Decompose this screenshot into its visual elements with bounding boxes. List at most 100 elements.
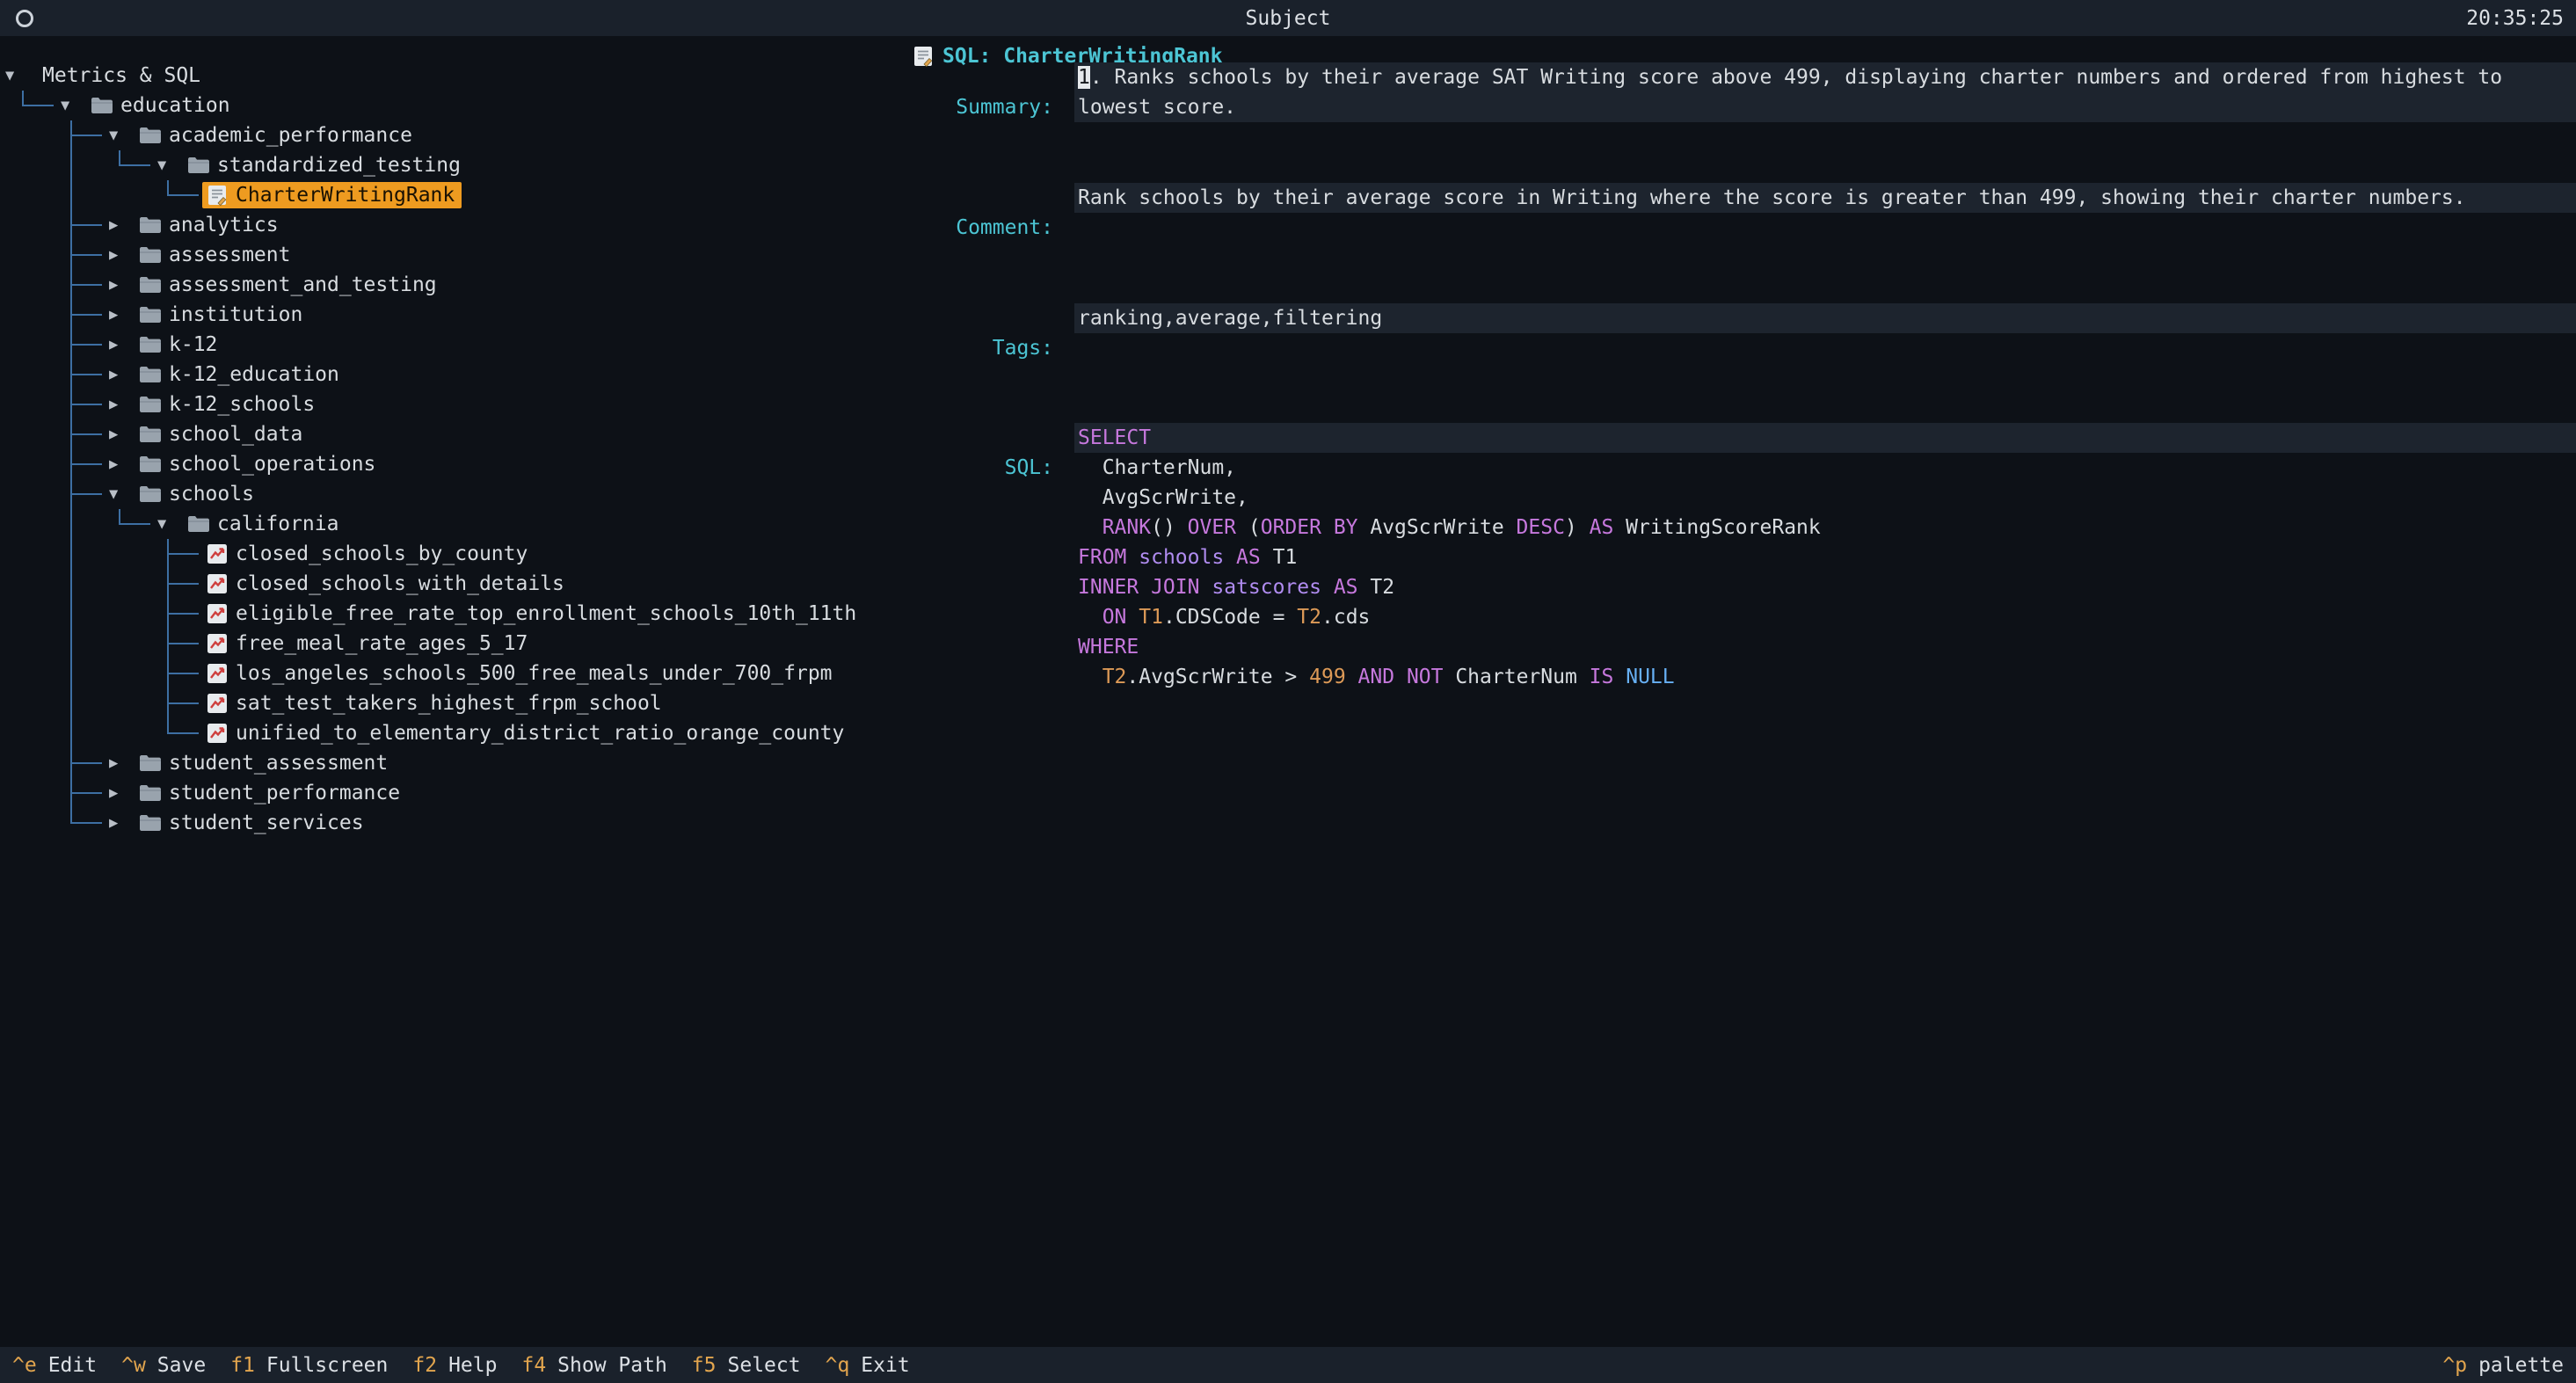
shortcut-fullscreen[interactable]: f1Fullscreen	[230, 1354, 388, 1377]
shortcut-edit[interactable]: ^eEdit	[12, 1354, 97, 1377]
tree-item-school-operations[interactable]: ▶school_operations	[0, 449, 906, 479]
tree-item-closed-schools-by-county[interactable]: closed_schools_by_county	[0, 539, 906, 569]
tree-guide-line	[0, 210, 48, 240]
expand-arrow-icon[interactable]: ▶	[109, 300, 128, 330]
tree-guide-line	[97, 718, 145, 748]
comment-label: Comment:	[906, 213, 1053, 243]
tree-item-education[interactable]: ▼education	[0, 91, 906, 120]
shortcut-palette[interactable]: ^p palette	[2442, 1354, 2564, 1377]
app-circle-icon[interactable]	[16, 10, 33, 27]
tree-item-closed-schools-with-details[interactable]: closed_schools_with_details	[0, 569, 906, 599]
collapse-arrow-icon[interactable]: ▼	[157, 150, 177, 180]
expand-arrow-icon[interactable]: ▶	[109, 778, 128, 808]
folder-icon	[139, 453, 162, 476]
shortcut-key: ^w	[121, 1354, 146, 1377]
expand-arrow-icon[interactable]: ▶	[109, 748, 128, 778]
tree-item-unified-to-elementary-district-ratio-orange-county[interactable]: unified_to_elementary_district_ratio_ora…	[0, 718, 906, 748]
tree-guide-line	[0, 449, 48, 479]
expand-arrow-icon[interactable]: ▶	[109, 419, 128, 449]
tree-item-california[interactable]: ▼california	[0, 509, 906, 539]
sql-line-6[interactable]: INNER JOIN satscores AS T2	[1074, 572, 2576, 602]
tree-item-metrics-sql[interactable]: ▼ Metrics & SQL	[0, 61, 906, 91]
expand-arrow-icon[interactable]: ▶	[109, 330, 128, 360]
tree-item-school-data[interactable]: ▶school_data	[0, 419, 906, 449]
shortcut-key: ^q	[826, 1354, 850, 1377]
sql-line-7[interactable]: ON T1.CDSCode = T2.cds	[1074, 602, 2576, 632]
tree-guide-line	[48, 808, 97, 838]
collapse-arrow-icon[interactable]: ▼	[109, 120, 128, 150]
collapse-arrow-icon[interactable]: ▼	[109, 479, 128, 509]
tree-item-assessment[interactable]: ▶assessment	[0, 240, 906, 270]
sql-line-1[interactable]: SELECT	[1074, 423, 2576, 453]
tags-line[interactable]: ranking,average,filtering	[1074, 303, 2576, 333]
window-title: Subject	[1246, 7, 1331, 30]
tree-item-schools[interactable]: ▼schools	[0, 479, 906, 509]
expand-arrow-icon[interactable]: ▶	[109, 270, 128, 300]
expand-arrow-icon[interactable]: ▶	[109, 240, 128, 270]
tree-item-student-services[interactable]: ▶student_services	[0, 808, 906, 838]
comment-line[interactable]: Rank schools by their average score in W…	[1074, 183, 2576, 213]
sql-token: )	[1565, 516, 1590, 539]
tree-node-content: academic_performance	[135, 122, 419, 149]
shortcut-exit[interactable]: ^qExit	[826, 1354, 910, 1377]
tree-item-assessment-and-testing[interactable]: ▶assessment_and_testing	[0, 270, 906, 300]
expand-arrow-icon[interactable]: ▶	[109, 210, 128, 240]
tree-item-institution[interactable]: ▶institution	[0, 300, 906, 330]
shortcut-show-path[interactable]: f4Show Path	[521, 1354, 666, 1377]
shortcut-help[interactable]: f2Help	[412, 1354, 497, 1377]
tree-guide-line	[0, 389, 48, 419]
summary-line-2[interactable]: lowest score.	[1074, 92, 2576, 122]
shortcut-label: Edit	[48, 1354, 97, 1377]
folder-icon	[139, 124, 162, 147]
tree-item-los-angeles-schools-500-free-meals-under-700-frpm[interactable]: los_angeles_schools_500_free_meals_under…	[0, 659, 906, 688]
tree-item-student-performance[interactable]: ▶student_performance	[0, 778, 906, 808]
shortcut-key: f5	[692, 1354, 717, 1377]
tree-node-content: closed_schools_with_details	[202, 571, 571, 597]
tree-item-student-assessment[interactable]: ▶ student_assessment	[0, 748, 906, 778]
sql-line-2[interactable]: CharterNum,	[1074, 453, 2576, 483]
collapse-arrow-icon[interactable]: ▼	[61, 91, 80, 120]
tree-guide-line	[48, 748, 97, 778]
tree-item-sat-test-takers-highest-frpm-school[interactable]: sat_test_takers_highest_frpm_school	[0, 688, 906, 718]
sql-line-9[interactable]: T2.AvgScrWrite > 499 AND NOT CharterNum …	[1074, 662, 2576, 692]
sql-token: NOT	[1407, 666, 1444, 688]
expand-arrow-icon[interactable]: ▶	[109, 449, 128, 479]
tree-item-charterwritingrank[interactable]: CharterWritingRank	[0, 180, 906, 210]
tree-node-content: Metrics & SQL	[32, 62, 207, 89]
tags-label: Tags:	[906, 333, 1053, 363]
tree-item-label: standardized_testing	[217, 154, 461, 177]
tree-guide-line	[0, 629, 48, 659]
sql-token	[1394, 666, 1407, 688]
tree-item-eligible-free-rate-top-enrollment-schools-10th-11th[interactable]: eligible_free_rate_top_enrollment_school…	[0, 599, 906, 629]
tree-item-k-12[interactable]: ▶k-12	[0, 330, 906, 360]
expand-arrow-icon[interactable]: ▶	[109, 389, 128, 419]
shortcut-select[interactable]: f5Select	[692, 1354, 801, 1377]
tree-item-label: student_assessment	[169, 752, 388, 775]
folder-icon	[139, 812, 162, 834]
comment-text: Rank schools by their average score in W…	[1078, 186, 2466, 209]
shortcut-label: Save	[157, 1354, 206, 1377]
tree-item-free-meal-rate-ages-5-17[interactable]: free_meal_rate_ages_5_17	[0, 629, 906, 659]
collapse-arrow-icon[interactable]: ▼	[157, 509, 177, 539]
sql-line-4[interactable]: RANK() OVER (ORDER BY AvgScrWrite DESC) …	[1074, 513, 2576, 542]
tree-node-content: closed_schools_by_county	[202, 541, 535, 567]
shortcut-save[interactable]: ^w Save	[121, 1354, 206, 1377]
folder-icon	[139, 483, 162, 506]
expand-arrow-icon[interactable]: ▶	[109, 360, 128, 389]
sql-line-5[interactable]: FROM schools AS T1	[1074, 542, 2576, 572]
tree-item-k-12-education[interactable]: ▶k-12_education	[0, 360, 906, 389]
tree-item-standardized-testing[interactable]: ▼ standardized_testing	[0, 150, 906, 180]
folder-icon	[139, 393, 162, 416]
sql-token: INNER JOIN	[1078, 576, 1199, 599]
tree-item-label: closed_schools_by_county	[236, 542, 528, 565]
sql-token: CharterNum	[1443, 666, 1589, 688]
expand-arrow-icon[interactable]: ▶	[109, 808, 128, 838]
tree-item-analytics[interactable]: ▶analytics	[0, 210, 906, 240]
tree-guide-line	[145, 569, 193, 599]
tree-item-academic-performance[interactable]: ▼ academic_performance	[0, 120, 906, 150]
collapse-arrow-icon[interactable]: ▼	[5, 61, 25, 91]
summary-line-1[interactable]: 1. Ranks schools by their average SAT Wr…	[1074, 62, 2576, 92]
sql-line-3[interactable]: AvgScrWrite,	[1074, 483, 2576, 513]
sql-line-8[interactable]: WHERE	[1074, 632, 2576, 662]
tree-item-k-12-schools[interactable]: ▶k-12_schools	[0, 389, 906, 419]
